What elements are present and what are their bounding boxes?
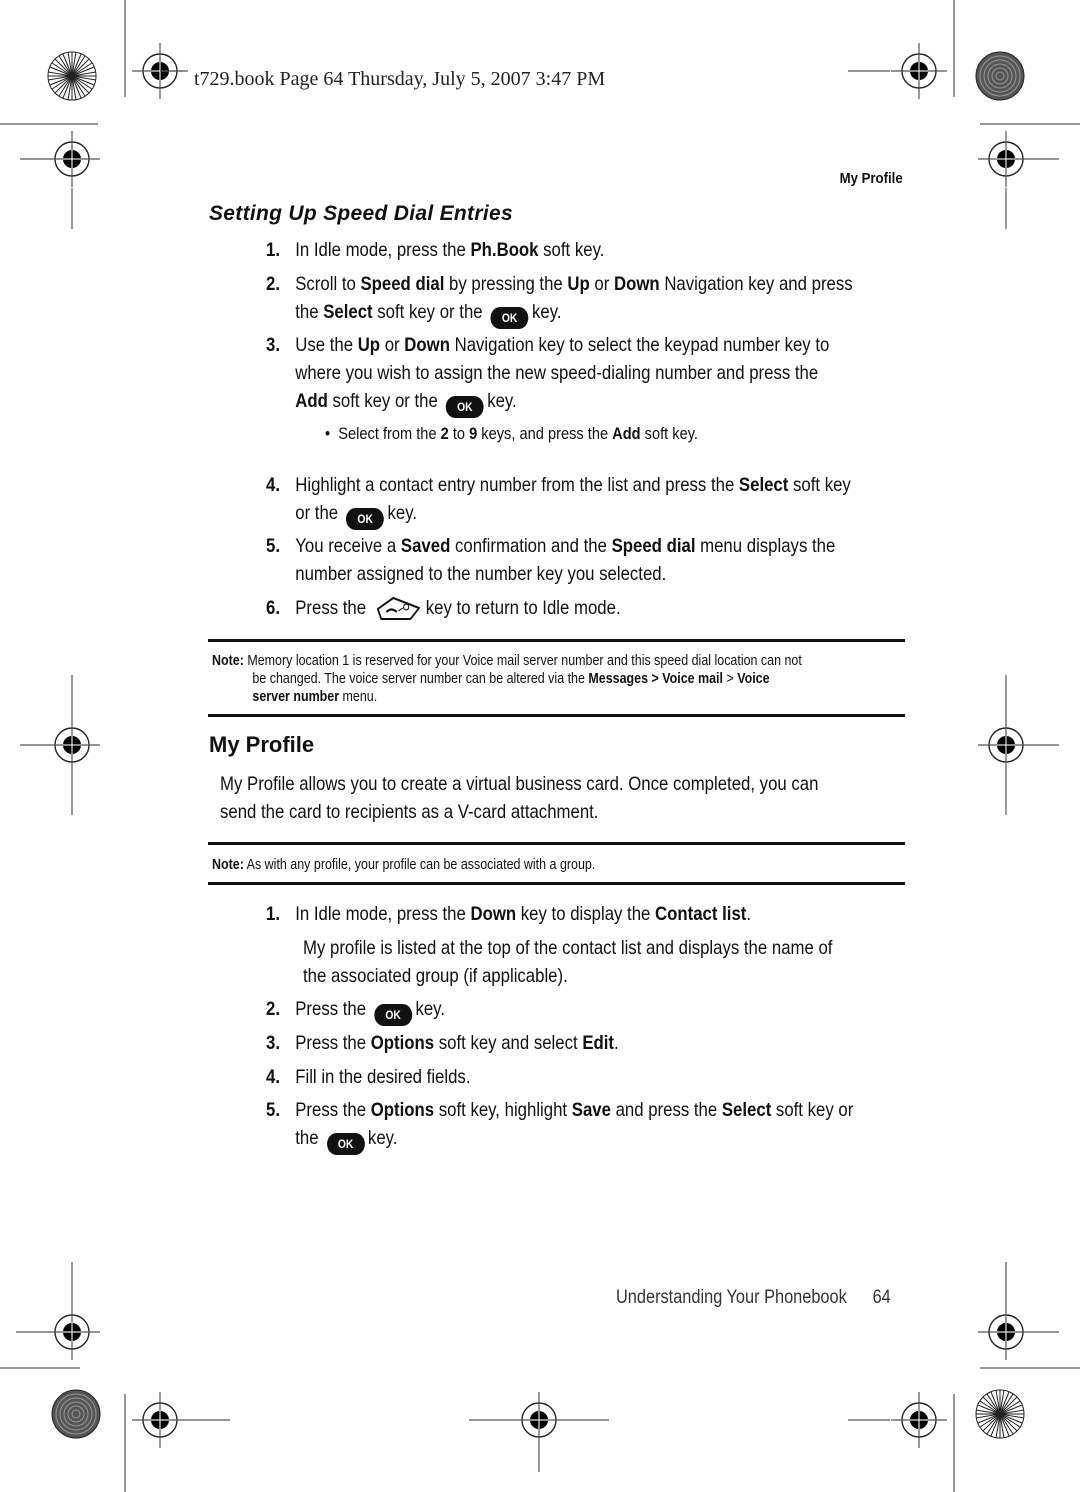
page-number: 64 [872,1287,891,1308]
footer-chapter-title: Understanding Your Phonebook [616,1287,847,1308]
end-call-key-icon [376,597,420,620]
note-rule-top [208,639,905,642]
bullet-select-keys: • Select from the 2 to 9 keys, and press… [325,424,698,443]
note-memory-location: Note: Memory location 1 is reserved for … [212,653,802,705]
note-rule-top [208,842,905,845]
ok-key-icon: OK [346,508,385,530]
print-slug: t729.book Page 64 Thursday, July 5, 2007… [194,68,606,90]
page-footer: Understanding Your Phonebook 64 [616,1287,891,1309]
printer-marks [0,0,1080,1492]
ok-key-icon: OK [326,1133,365,1155]
note-rule-bottom [208,714,905,717]
bullet-icon: • [325,424,339,443]
ok-key-icon: OK [490,307,529,329]
note-rule-bottom [208,882,905,885]
my-profile-intro: My Profile allows you to create a virtua… [220,773,819,823]
running-head: My Profile [839,170,903,187]
note-profile-group: Note: As with any profile, your profile … [212,857,596,873]
ok-key-icon: OK [374,1004,413,1026]
section-heading-my-profile: My Profile [209,732,315,757]
section-heading-speed-dial: Setting Up Speed Dial Entries [209,202,513,225]
manual-page: t729.book Page 64 Thursday, July 5, 2007… [0,0,1080,1492]
ok-key-icon: OK [445,396,484,418]
profile-step-1-detail: My profile is listed at the top of the c… [303,937,833,987]
